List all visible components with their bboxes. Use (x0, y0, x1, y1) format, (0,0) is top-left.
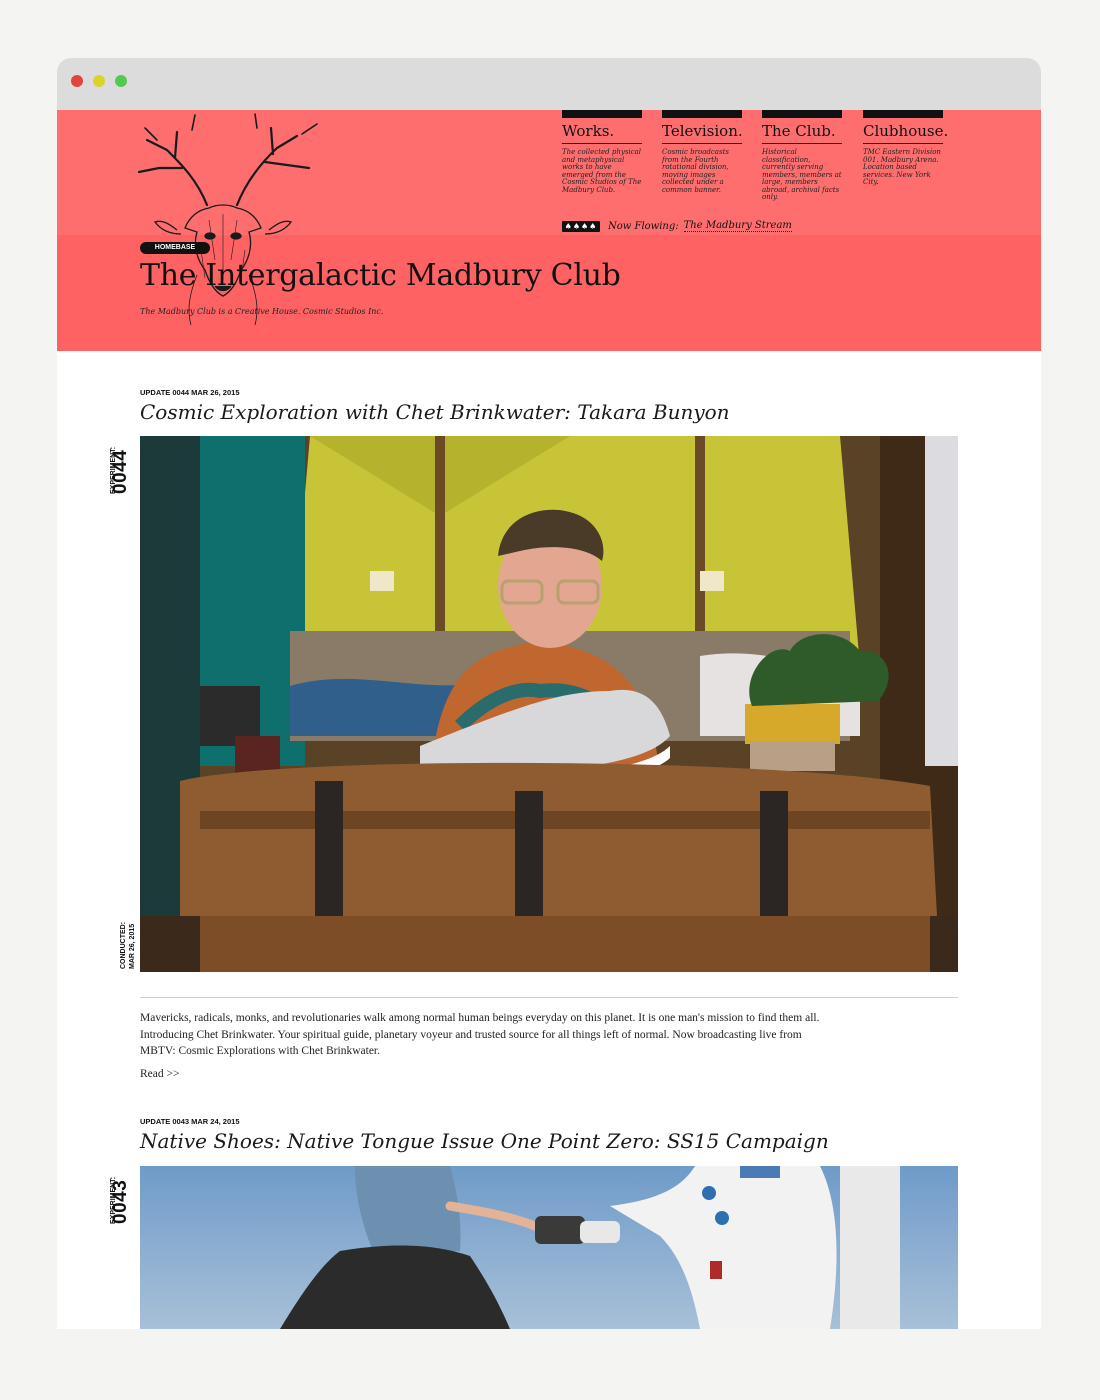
madbury-stream-link[interactable]: The Madbury Stream (683, 220, 792, 232)
cards-icon: ♠♠♠♠ (562, 220, 600, 232)
nav-the-club-link[interactable]: The Club. (762, 122, 842, 144)
nav-works-description: The collected physical and metaphysical … (562, 148, 642, 194)
experiment-number: 0043 (110, 1180, 132, 1224)
browser-titlebar (57, 58, 1041, 110)
maximize-window-button[interactable] (115, 75, 127, 87)
nav-clubhouse-bar (863, 110, 943, 118)
nav-television-bar (662, 110, 742, 118)
nav-clubhouse-description: TMC Eastern Division 001. Madbury Arena.… (863, 148, 941, 186)
nav-the-club-bar (762, 110, 842, 118)
post-meta: UPDATE 0043 MAR 24, 2015 (140, 1117, 240, 1126)
conducted-date-value: MAR 26, 2015 (129, 923, 136, 969)
post-title[interactable]: Native Shoes: Native Tongue Issue One Po… (140, 1129, 829, 1153)
experiment-number-value: 0044 (110, 449, 131, 494)
site-tagline: The Madbury Club is a Creative House. Co… (140, 307, 384, 316)
browser-window: Works. The collected physical and metaph… (57, 58, 1041, 1329)
nav-television-link[interactable]: Television. (662, 122, 743, 144)
nav-works-bar (562, 110, 642, 118)
post-divider (140, 997, 958, 998)
experiment-number: 0044 (110, 450, 132, 494)
site-header: Works. The collected physical and metaph… (57, 110, 1041, 351)
now-flowing-label: Now Flowing: (608, 220, 679, 232)
post-title[interactable]: Cosmic Exploration with Chet Brinkwater:… (140, 400, 730, 424)
experiment-number-value: 0043 (110, 1179, 131, 1224)
close-window-button[interactable] (71, 75, 83, 87)
post-photo-man-with-shoe[interactable] (140, 436, 958, 972)
read-more-link[interactable]: Read >> (140, 1068, 179, 1080)
nav-television[interactable]: Television. Cosmic broadcasts from the F… (662, 110, 743, 194)
post-photo-couple-astronaut[interactable] (140, 1166, 958, 1329)
nav-the-club[interactable]: The Club. Historical classification, cur… (762, 110, 842, 202)
nav-clubhouse[interactable]: Clubhouse. TMC Eastern Division 001. Mad… (863, 110, 948, 187)
nav-television-description: Cosmic broadcasts from the Fourth rotati… (662, 148, 729, 194)
conducted-date: MAR 26, 2015 (121, 924, 139, 969)
nav-works-link[interactable]: Works. (562, 122, 642, 144)
post-excerpt: Mavericks, radicals, monks, and revoluti… (140, 1012, 820, 1057)
nav-works[interactable]: Works. The collected physical and metaph… (562, 110, 642, 194)
nav-clubhouse-link[interactable]: Clubhouse. (863, 122, 948, 144)
now-flowing: ♠♠♠♠ Now Flowing: The Madbury Stream (562, 219, 792, 233)
minimize-window-button[interactable] (93, 75, 105, 87)
site-title[interactable]: The Intergalactic Madbury Club (140, 258, 621, 293)
nav-the-club-description: Historical classification, currently ser… (762, 148, 842, 201)
post-meta: UPDATE 0044 MAR 26, 2015 (140, 388, 240, 397)
homebase-badge[interactable]: HOMEBASE (140, 242, 210, 254)
